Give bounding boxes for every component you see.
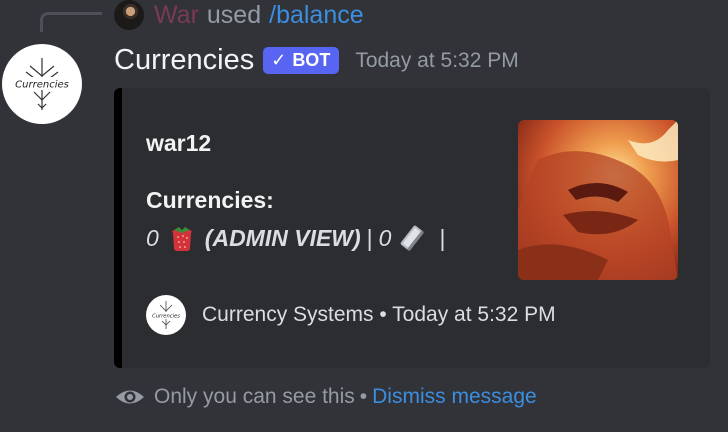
bot-name[interactable]: Currencies (114, 44, 254, 77)
embed-title: war12 (146, 130, 212, 156)
embed-field-name: Currencies: (146, 187, 274, 213)
message-header: Currencies ✓ BOT Today at 5:32 PM (114, 44, 519, 77)
thumbnail-image (518, 120, 678, 280)
discord-message-view: War used /balance Currencies Currencies … (0, 0, 728, 432)
command-reply-bar[interactable]: War used /balance (114, 0, 364, 30)
reply-used-text: used (206, 0, 262, 29)
dismiss-message-link[interactable]: Dismiss message (372, 385, 537, 409)
footer-text: Currency Systems • Today at 5:32 PM (202, 303, 556, 326)
strawberry-amount: 0 (146, 224, 159, 251)
value-separator: | (366, 224, 373, 251)
strawberry-icon (167, 223, 197, 253)
eye-icon (116, 390, 144, 404)
ephemeral-separator: • (359, 385, 368, 408)
message-timestamp[interactable]: Today at 5:32 PM (355, 49, 518, 73)
bot-tag-label: BOT (292, 50, 331, 70)
bot-tag: ✓ BOT (263, 47, 340, 74)
check-icon: ✓ (271, 50, 287, 70)
silver-amount: 0 (378, 224, 392, 251)
reply-command[interactable]: /balance (269, 1, 364, 30)
embed-thumbnail[interactable] (518, 120, 678, 280)
footer-icon-text: Currencies (152, 314, 180, 320)
reply-username[interactable]: War (154, 1, 199, 30)
reply-user-avatar[interactable] (114, 0, 144, 30)
silver-bar-icon (397, 223, 427, 253)
ephemeral-text: Only you can see this (154, 385, 355, 408)
bot-avatar-text: Currencies (15, 80, 69, 91)
embed-field-value: 0 (ADMIN VIEW) | 0 | (146, 223, 451, 253)
currencies-logo-icon: Currencies (8, 58, 76, 110)
embed-footer: Currencies Currency Systems • Today at 5… (146, 295, 556, 335)
admin-view-label: (ADMIN VIEW) (204, 224, 361, 251)
bot-avatar[interactable]: Currencies (2, 44, 82, 124)
embed-card: war12 Currencies: 0 (ADMIN VIEW) | 0 | C… (114, 88, 710, 368)
value-separator-end: | (439, 224, 446, 251)
footer-icon: Currencies (146, 295, 186, 335)
ephemeral-notice: Only you can see this • Dismiss message (114, 385, 537, 409)
reply-connector (40, 12, 102, 32)
